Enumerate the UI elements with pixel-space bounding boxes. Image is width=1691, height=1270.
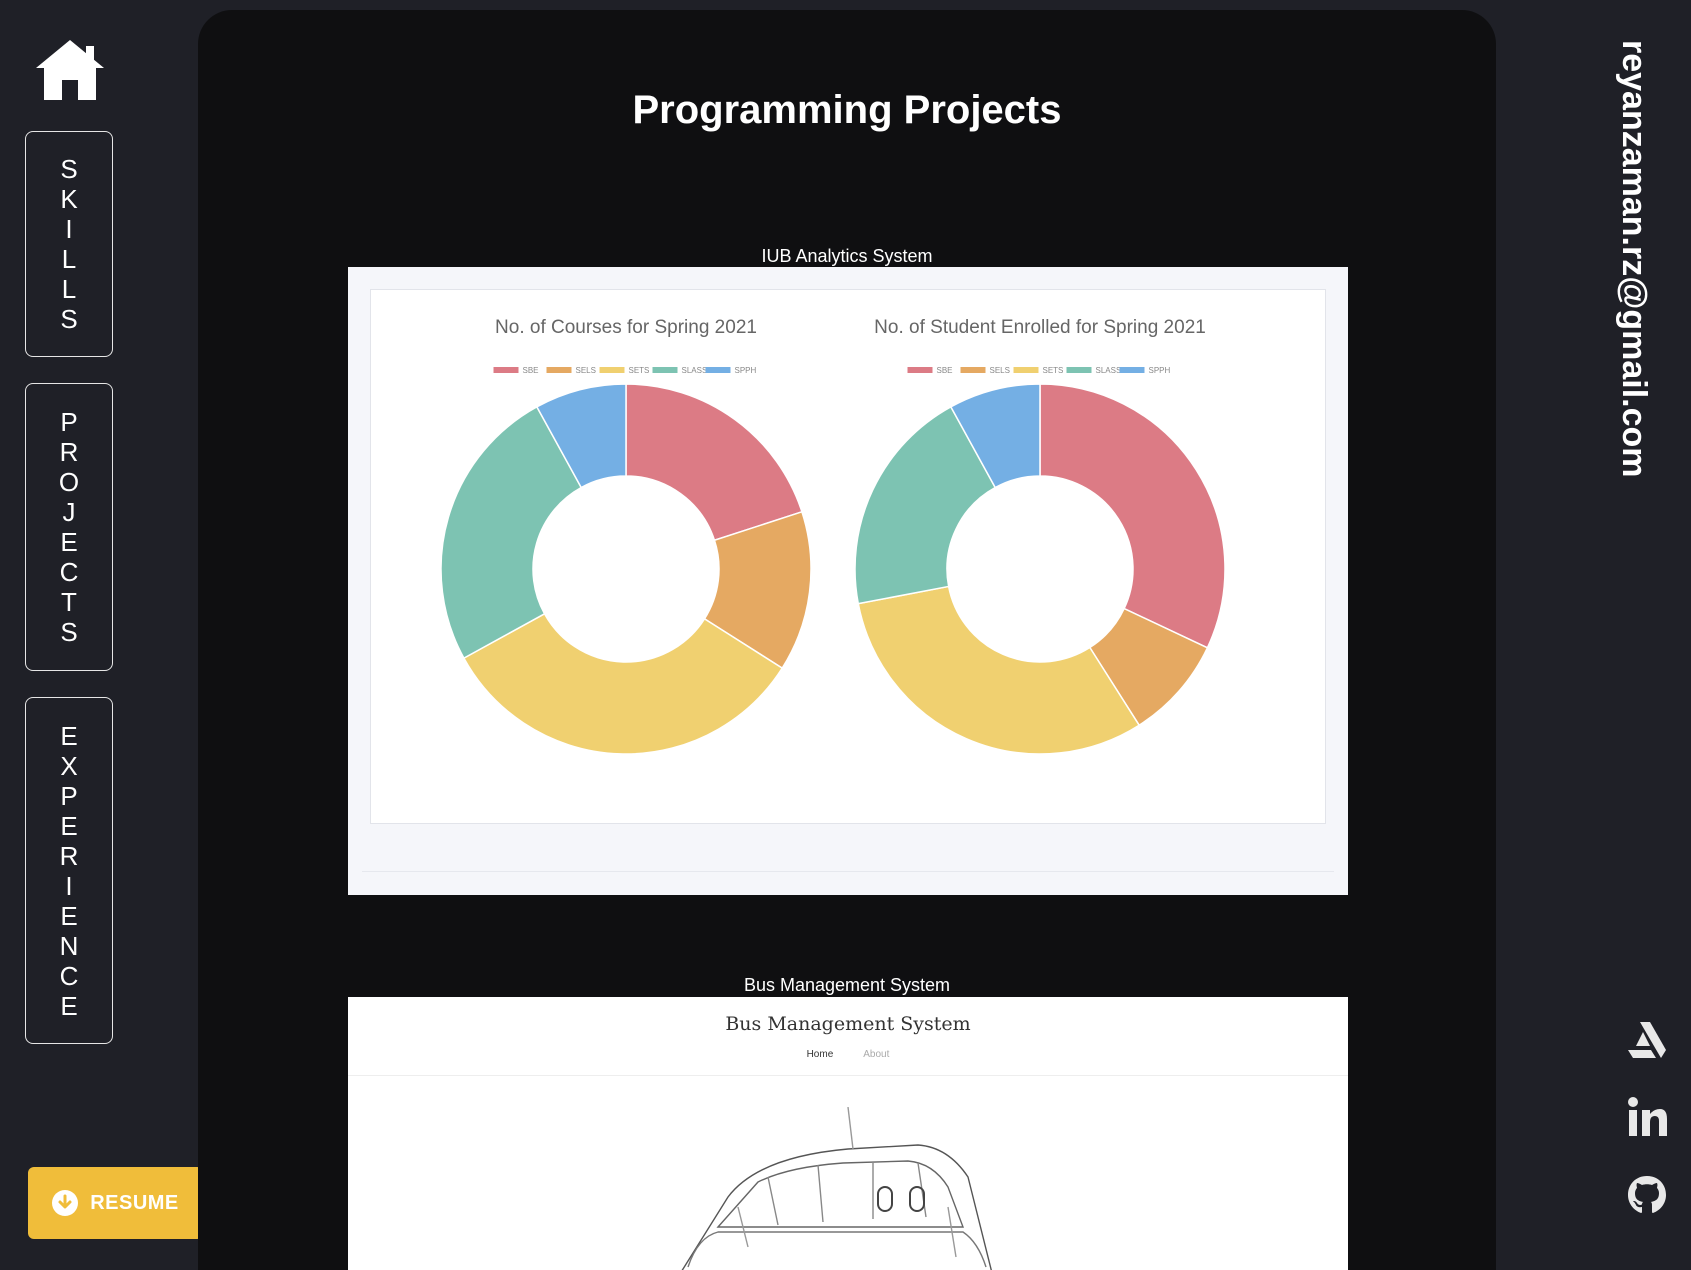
resume-label: RESUME — [90, 1191, 179, 1214]
nav-letter: R — [59, 840, 79, 871]
nav-letter: I — [65, 870, 73, 901]
nav-letter: C — [59, 960, 79, 991]
legend-swatch — [599, 367, 625, 373]
legend-swatch — [705, 367, 731, 373]
donut-slice-sbe — [625, 383, 803, 542]
nav-letter: O — [58, 467, 80, 497]
legend-swatch — [493, 367, 519, 373]
nav-letter: P — [60, 780, 78, 811]
legend-label: SPPH — [1149, 366, 1171, 375]
nav-letter: T — [61, 587, 77, 617]
nav-letter: E — [60, 900, 78, 931]
chart-title: No. of Student Enrolled for Spring 2021 — [874, 317, 1206, 338]
download-icon — [52, 1190, 79, 1216]
legend-label: SETS — [629, 366, 650, 375]
github-icon[interactable] — [1626, 1174, 1668, 1216]
nav-letter: N — [59, 930, 79, 961]
resume-button[interactable]: RESUME — [28, 1167, 203, 1239]
divider — [362, 871, 1334, 872]
legend-label: SBE — [937, 366, 953, 375]
legend-label: SBE — [523, 366, 539, 375]
nav-letter: E — [60, 527, 78, 557]
legend-label: SPPH — [735, 366, 757, 375]
legend-swatch — [546, 367, 572, 373]
nav-letter: E — [60, 990, 78, 1021]
nav-letter: J — [62, 497, 76, 527]
legend-label: SELS — [576, 366, 596, 375]
home-icon[interactable] — [34, 38, 106, 102]
donut-charts: No. of Courses for Spring 2021 SBE SELS SET… — [440, 317, 1226, 755]
nav-skills-button[interactable]: SKILLS — [25, 131, 113, 357]
nav-letter: R — [59, 437, 79, 467]
nav-letter: C — [59, 557, 79, 587]
nav-letter: E — [60, 720, 78, 751]
project-screenshot-iub[interactable]: No. of Courses for Spring 2021 SBE SELS SET… — [348, 267, 1348, 895]
page-title: Programming Projects — [632, 88, 1062, 132]
legend-label: SELS — [990, 366, 1010, 375]
legend-swatch — [1013, 367, 1039, 373]
bus-sketch-image — [681, 1107, 992, 1270]
legend-swatch — [652, 367, 678, 373]
donut-slice-sbe — [1039, 383, 1226, 649]
nav-letter: S — [60, 304, 78, 334]
legend-swatch — [960, 367, 986, 373]
artstation-icon[interactable] — [1626, 1018, 1668, 1060]
nav-letter: L — [61, 244, 77, 274]
nav-letter: P — [60, 407, 78, 437]
legend-label: SETS — [1043, 366, 1064, 375]
nav-letter: I — [65, 214, 73, 244]
main-panel: Programming Projects IUB Analytics Syste… — [198, 10, 1496, 1270]
legend-swatch — [1066, 367, 1092, 373]
nav-letter: X — [60, 750, 78, 781]
chart-title: No. of Courses for Spring 2021 — [495, 317, 757, 338]
legend-swatch — [1119, 367, 1145, 373]
donut-slice-sets — [857, 585, 1141, 755]
legend-swatch — [907, 367, 933, 373]
bus-app-nav-about: About — [863, 1049, 890, 1060]
project-caption-bus: Bus Management System — [743, 975, 951, 995]
nav-experience-button[interactable]: EXPERIENCE — [25, 697, 113, 1044]
divider — [348, 1075, 1348, 1076]
nav-letter: E — [60, 810, 78, 841]
left-sidebar: SKILLS PROJECTS EXPERIENCE RESUME — [0, 0, 203, 1257]
nav-projects-button[interactable]: PROJECTS — [25, 383, 113, 671]
project-screenshot-bus[interactable]: Bus Management System Home About — [348, 997, 1348, 1270]
contact-email[interactable]: reyanzaman.rz@gmail.com — [1614, 40, 1653, 478]
linkedin-icon[interactable] — [1626, 1096, 1668, 1138]
nav-letter: S — [60, 617, 78, 647]
legend-label: SLASS — [682, 366, 708, 375]
project-caption-iub: IUB Analytics System — [761, 246, 933, 266]
nav-letter: K — [60, 184, 78, 214]
bus-app-title: Bus Management System — [725, 1013, 971, 1035]
legend-label: SLASS — [1096, 366, 1122, 375]
bus-app-nav-home: Home — [806, 1049, 834, 1060]
nav-letter: S — [60, 154, 78, 184]
bus-app-nav: Home About — [348, 1049, 1348, 1060]
nav-letter: L — [61, 274, 77, 304]
